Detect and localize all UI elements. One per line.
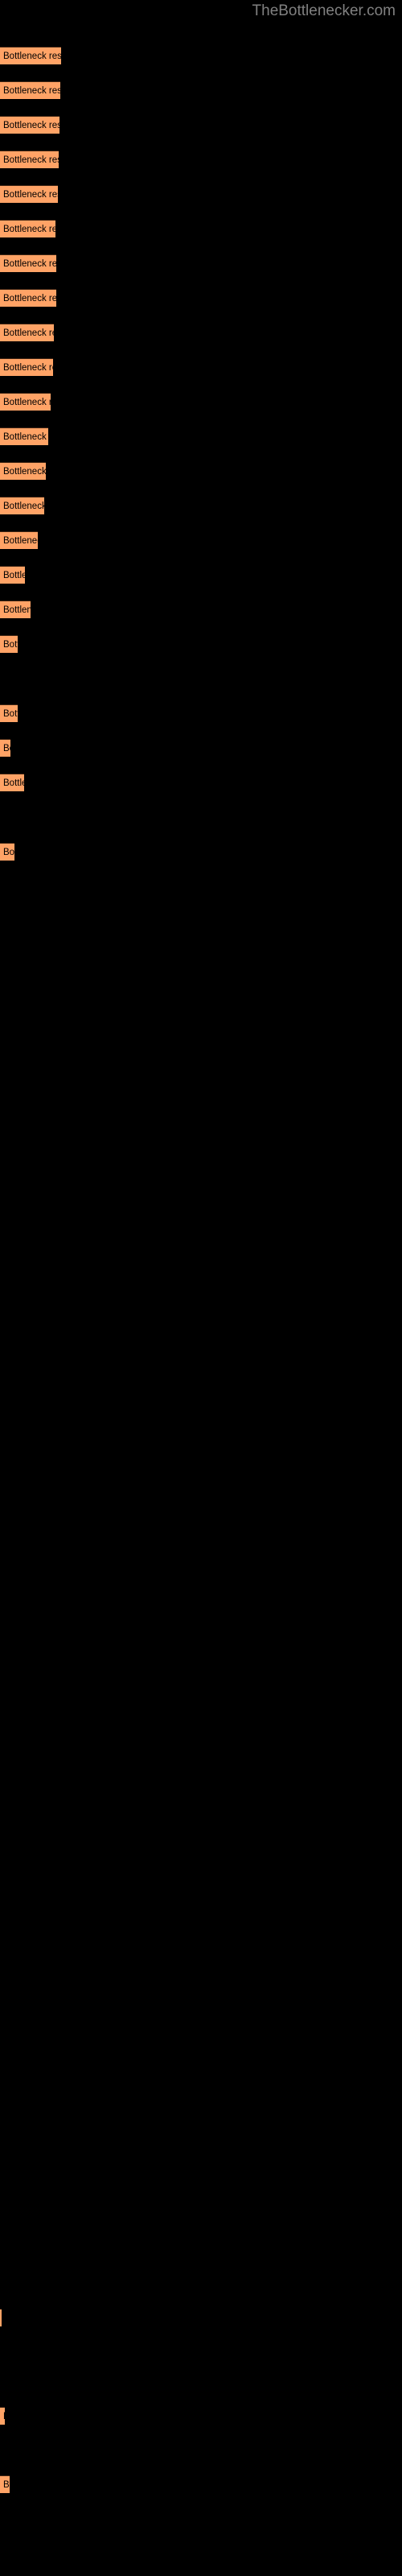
bar-segment[interactable]: Bottleneck result <box>0 2407 5 2425</box>
bar-segment[interactable]: Bottleneck result <box>0 531 38 549</box>
bar-segment[interactable]: Bottleneck result <box>0 358 53 376</box>
bar-row: Bottleneck result <box>0 220 55 237</box>
bar-segment[interactable]: Bottleneck result <box>0 81 60 99</box>
bar-row: Bottleneck result <box>0 774 24 791</box>
bar-segment[interactable]: Bottleneck result <box>0 843 14 861</box>
bar-label: Bottleneck result <box>3 86 60 96</box>
bar-row: Bottleneck result <box>0 47 61 64</box>
bar-row: Bottleneck result <box>0 635 18 653</box>
bar-segment[interactable]: Bottleneck result <box>0 289 56 307</box>
bar-segment[interactable]: Bottleneck result <box>0 220 55 237</box>
bar-row: Bottleneck result <box>0 289 56 307</box>
bar-label: Bottleneck result <box>3 328 54 338</box>
bar-row: Bottleneck result <box>0 2407 5 2425</box>
bar-segment[interactable]: Bottleneck result <box>0 254 56 272</box>
bar-row: Bottleneck result <box>0 704 18 722</box>
bar-label: Bottleneck result <box>3 225 55 234</box>
bar-label: Bottleneck result <box>3 398 51 407</box>
bar-row: Bottleneck result <box>0 254 56 272</box>
bar-segment[interactable]: Bottleneck result <box>0 324 54 341</box>
bar-row: Bottleneck result <box>0 358 53 376</box>
bar-label: Bottleneck result <box>3 571 25 580</box>
bar-segment[interactable]: Bottleneck result <box>0 704 18 722</box>
bar-row: Bottleneck result <box>0 2309 2 2326</box>
bar-label: Bottleneck result <box>3 640 18 650</box>
bar-segment[interactable]: Bottleneck result <box>0 116 59 134</box>
bar-label: Bottleneck result <box>3 259 56 269</box>
bar-label: Bottleneck result <box>3 605 31 615</box>
bar-label: Bottleneck result <box>3 744 10 753</box>
bar-row: Bottleneck result <box>0 185 58 203</box>
bar-row: Bottleneck result <box>0 601 31 618</box>
bar-segment[interactable]: Bottleneck result <box>0 185 58 203</box>
bar-segment[interactable]: Bottleneck result <box>0 566 25 584</box>
bar-row: Bottleneck result <box>0 566 25 584</box>
bar-label: Bottleneck result <box>3 502 44 511</box>
bar-label: Bottleneck result <box>3 294 56 303</box>
bar-row: Bottleneck result <box>0 427 48 445</box>
bar-label: Bottleneck result <box>3 155 59 165</box>
bar-label: Bottleneck result <box>3 467 46 477</box>
bar-label: Bottleneck result <box>3 848 14 857</box>
bar-label: Bottleneck result <box>3 778 24 788</box>
bar-segment[interactable]: Bottleneck result <box>0 393 51 411</box>
bar-label: Bottleneck result <box>3 709 18 719</box>
bar-label: Bottleneck result <box>3 432 48 442</box>
bar-row: Bottleneck result <box>0 2475 10 2493</box>
bar-label: Bottleneck result <box>3 363 53 373</box>
bar-segment[interactable]: Bottleneck result <box>0 739 10 757</box>
bar-segment[interactable]: Bottleneck result <box>0 47 61 64</box>
bar-row: Bottleneck result <box>0 116 59 134</box>
bar-row: Bottleneck result <box>0 739 10 757</box>
bar-row: Bottleneck result <box>0 843 14 861</box>
bar-row: Bottleneck result <box>0 531 38 549</box>
bar-label: Bottleneck result <box>3 2480 10 2490</box>
bar-row: Bottleneck result <box>0 324 54 341</box>
bar-segment[interactable]: Bottleneck result <box>0 2475 10 2493</box>
bar-segment[interactable]: Bottleneck result <box>0 2309 2 2326</box>
bar-segment[interactable]: Bottleneck result <box>0 635 18 653</box>
bar-segment[interactable]: Bottleneck result <box>0 462 46 480</box>
bar-segment[interactable]: Bottleneck result <box>0 497 44 514</box>
bar-row: Bottleneck result <box>0 497 44 514</box>
bar-row: Bottleneck result <box>0 462 46 480</box>
bar-segment[interactable]: Bottleneck result <box>0 151 59 168</box>
bar-label: Bottleneck result <box>3 52 61 61</box>
bar-segment[interactable]: Bottleneck result <box>0 601 31 618</box>
bar-row: Bottleneck result <box>0 151 59 168</box>
bar-segment[interactable]: Bottleneck result <box>0 427 48 445</box>
bar-label: Bottleneck result <box>3 536 38 546</box>
bar-row: Bottleneck result <box>0 393 51 411</box>
bar-row: Bottleneck result <box>0 81 60 99</box>
bar-segment[interactable]: Bottleneck result <box>0 774 24 791</box>
bar-label: Bottleneck result <box>3 190 58 200</box>
bar-label: Bottleneck result <box>3 2408 5 2425</box>
bar-label: Bottleneck result <box>3 121 59 130</box>
bottleneck-bar-chart: Bottleneck result Bottleneck result Bottle… <box>0 0 402 2576</box>
